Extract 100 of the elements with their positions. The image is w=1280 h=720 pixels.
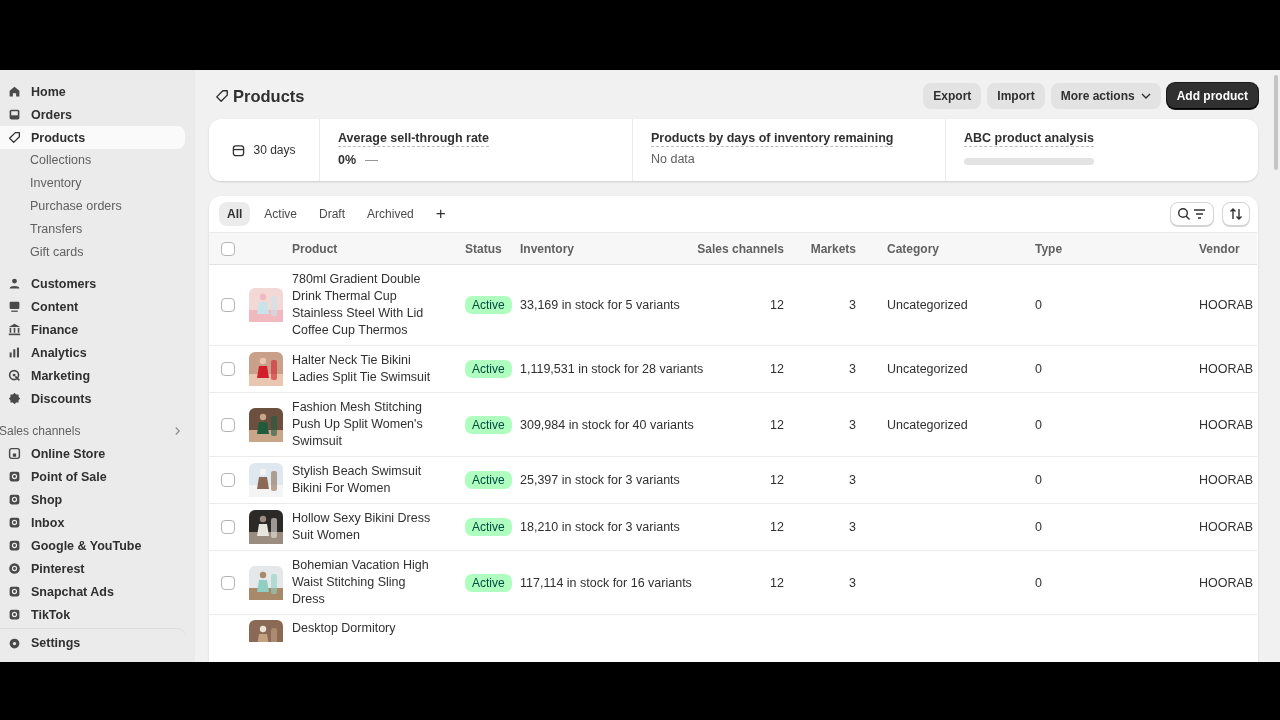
monitor-icon	[8, 300, 21, 313]
table-cell: 309,984 in stock for 40 variants	[520, 417, 694, 432]
scrollbar-thumb[interactable]	[1274, 75, 1278, 170]
table-cell: 0	[1035, 417, 1042, 432]
nav-item[interactable]: Point of Sale	[0, 465, 185, 488]
nav-item[interactable]: Snapchat Ads	[0, 580, 185, 603]
column-header[interactable]: Status	[465, 241, 502, 256]
date-range-button[interactable]: 30 days	[209, 119, 320, 181]
table-cell: 3	[849, 520, 856, 534]
nav-item[interactable]: Google & YouTube	[0, 534, 185, 557]
sort-icon	[1229, 207, 1243, 221]
tag-icon	[215, 89, 229, 103]
add-product-button[interactable]: Add product	[1166, 83, 1258, 109]
product-name-link[interactable]: 780ml Gradient Double Drink Thermal Cup Stainless Steel With Lid Coffee Cup Thermos	[292, 271, 432, 339]
filter-tab[interactable]: Active	[256, 202, 306, 226]
table-cell: 12	[770, 417, 784, 432]
table-cell: 0	[1035, 473, 1042, 487]
bar-chart-icon	[8, 346, 21, 359]
table-cell: 0	[1035, 362, 1042, 376]
tag-icon	[8, 131, 21, 144]
metric-value: 0%	[338, 152, 357, 167]
status-badge: Active	[465, 471, 512, 489]
more-actions-button[interactable]: More actions	[1050, 83, 1161, 109]
nav-item[interactable]: Discounts	[0, 387, 185, 410]
product-name-link[interactable]: Halter Neck Tie Bikini Ladies Split Tie Swimsuit	[292, 352, 432, 386]
app-square-icon	[8, 539, 21, 552]
nav-item[interactable]: Analytics	[0, 341, 185, 364]
action-button[interactable]: Export	[923, 83, 982, 109]
nav-subitem[interactable]: Inventory	[0, 172, 185, 195]
app-square-icon	[8, 470, 21, 483]
row-checkbox[interactable]	[221, 417, 235, 432]
circle-logo-icon	[8, 562, 21, 575]
metric-value: No data	[651, 152, 695, 166]
nav-subitem[interactable]: Purchase orders	[0, 195, 185, 218]
column-header[interactable]: Inventory	[520, 241, 574, 256]
metric-change: —	[365, 152, 379, 167]
row-checkbox[interactable]	[221, 298, 235, 312]
nav-subitem[interactable]: Gift cards	[0, 241, 185, 264]
nav-subitem[interactable]: Transfers	[0, 218, 185, 241]
app-square-icon	[8, 493, 21, 506]
nav-item[interactable]: Online Store	[0, 442, 185, 465]
filter-tab[interactable]: Archived	[359, 202, 422, 226]
column-header[interactable]: Vendor	[1199, 241, 1240, 256]
table-cell: HOORAB	[1199, 298, 1254, 312]
chevron-icon[interactable]	[174, 426, 181, 436]
action-button[interactable]: Import	[987, 83, 1045, 109]
filter-tab[interactable]: All	[219, 202, 251, 226]
add-view-button[interactable]: +	[427, 204, 454, 224]
table-cell: 3	[849, 417, 856, 432]
row-checkbox[interactable]	[221, 520, 235, 534]
column-header[interactable]: Markets	[810, 241, 856, 256]
status-badge: Active	[465, 518, 512, 536]
table-cell: 12	[770, 362, 784, 376]
product-name-link[interactable]: Desktop Dormitory	[292, 620, 432, 637]
product-name-link[interactable]: Bohemian Vacation High Waist Stitching Sling Dress	[292, 557, 432, 608]
table-cell: 12	[770, 520, 784, 534]
nav-item[interactable]: Orders	[0, 103, 185, 126]
table-cell: Uncategorized	[887, 362, 968, 376]
column-header[interactable]: Product	[292, 241, 338, 256]
table-cell: 1,119,531 in stock for 28 variants	[520, 362, 704, 376]
table-cell: HOORAB	[1199, 520, 1254, 534]
settings-link[interactable]: Settings	[0, 628, 185, 655]
nav-item[interactable]: Marketing	[0, 364, 185, 387]
status-badge: Active	[465, 573, 512, 592]
page-title: Products	[233, 86, 305, 106]
filter-tab[interactable]: Draft	[311, 202, 354, 226]
table-cell: 3	[849, 362, 856, 376]
nav-item[interactable]: Home	[0, 80, 185, 103]
discount-badge-icon	[8, 392, 21, 405]
search-filter-icon	[1177, 207, 1207, 221]
search-filter-button[interactable]	[1170, 202, 1214, 226]
nav-item[interactable]: Finance	[0, 318, 185, 341]
nav-item[interactable]: Pinterest	[0, 557, 185, 580]
status-badge: Active	[465, 415, 512, 434]
metric-title[interactable]: Average sell-through rate	[338, 131, 489, 147]
app-square-icon	[8, 585, 21, 598]
metric-title[interactable]: ABC product analysis	[964, 131, 1094, 147]
sort-button[interactable]	[1222, 202, 1250, 226]
metric-title[interactable]: Products by days of inventory remaining	[651, 131, 894, 147]
product-name-link[interactable]: Hollow Sexy Bikini Dress Suit Women	[292, 510, 432, 544]
column-header[interactable]: Category	[887, 241, 939, 256]
nav-item[interactable]: Shop	[0, 488, 185, 511]
table-cell: 12	[770, 473, 784, 487]
row-checkbox[interactable]	[221, 575, 235, 590]
product-name-link[interactable]: Stylish Beach Swimsuit Bikini For Women	[292, 463, 432, 497]
nav-item[interactable]: Inbox	[0, 511, 185, 534]
nav-item[interactable]: Products	[0, 126, 185, 149]
column-header[interactable]: Sales channels	[697, 241, 784, 256]
table-cell: Uncategorized	[887, 417, 968, 432]
nav-subitem[interactable]: Collections	[0, 149, 185, 172]
nav-item[interactable]: Content	[0, 295, 185, 318]
column-header[interactable]: Type	[1035, 241, 1063, 256]
nav-item[interactable]: TikTok	[0, 603, 185, 626]
caret-icon	[1140, 93, 1151, 99]
product-name-link[interactable]: Fashion Mesh Stitching Push Up Split Women's Swimsuit	[292, 399, 432, 450]
home-icon	[8, 85, 21, 98]
table-cell: Uncategorized	[887, 298, 968, 312]
row-checkbox[interactable]	[221, 362, 235, 376]
row-checkbox[interactable]	[221, 473, 235, 487]
nav-item[interactable]: Customers	[0, 272, 185, 295]
